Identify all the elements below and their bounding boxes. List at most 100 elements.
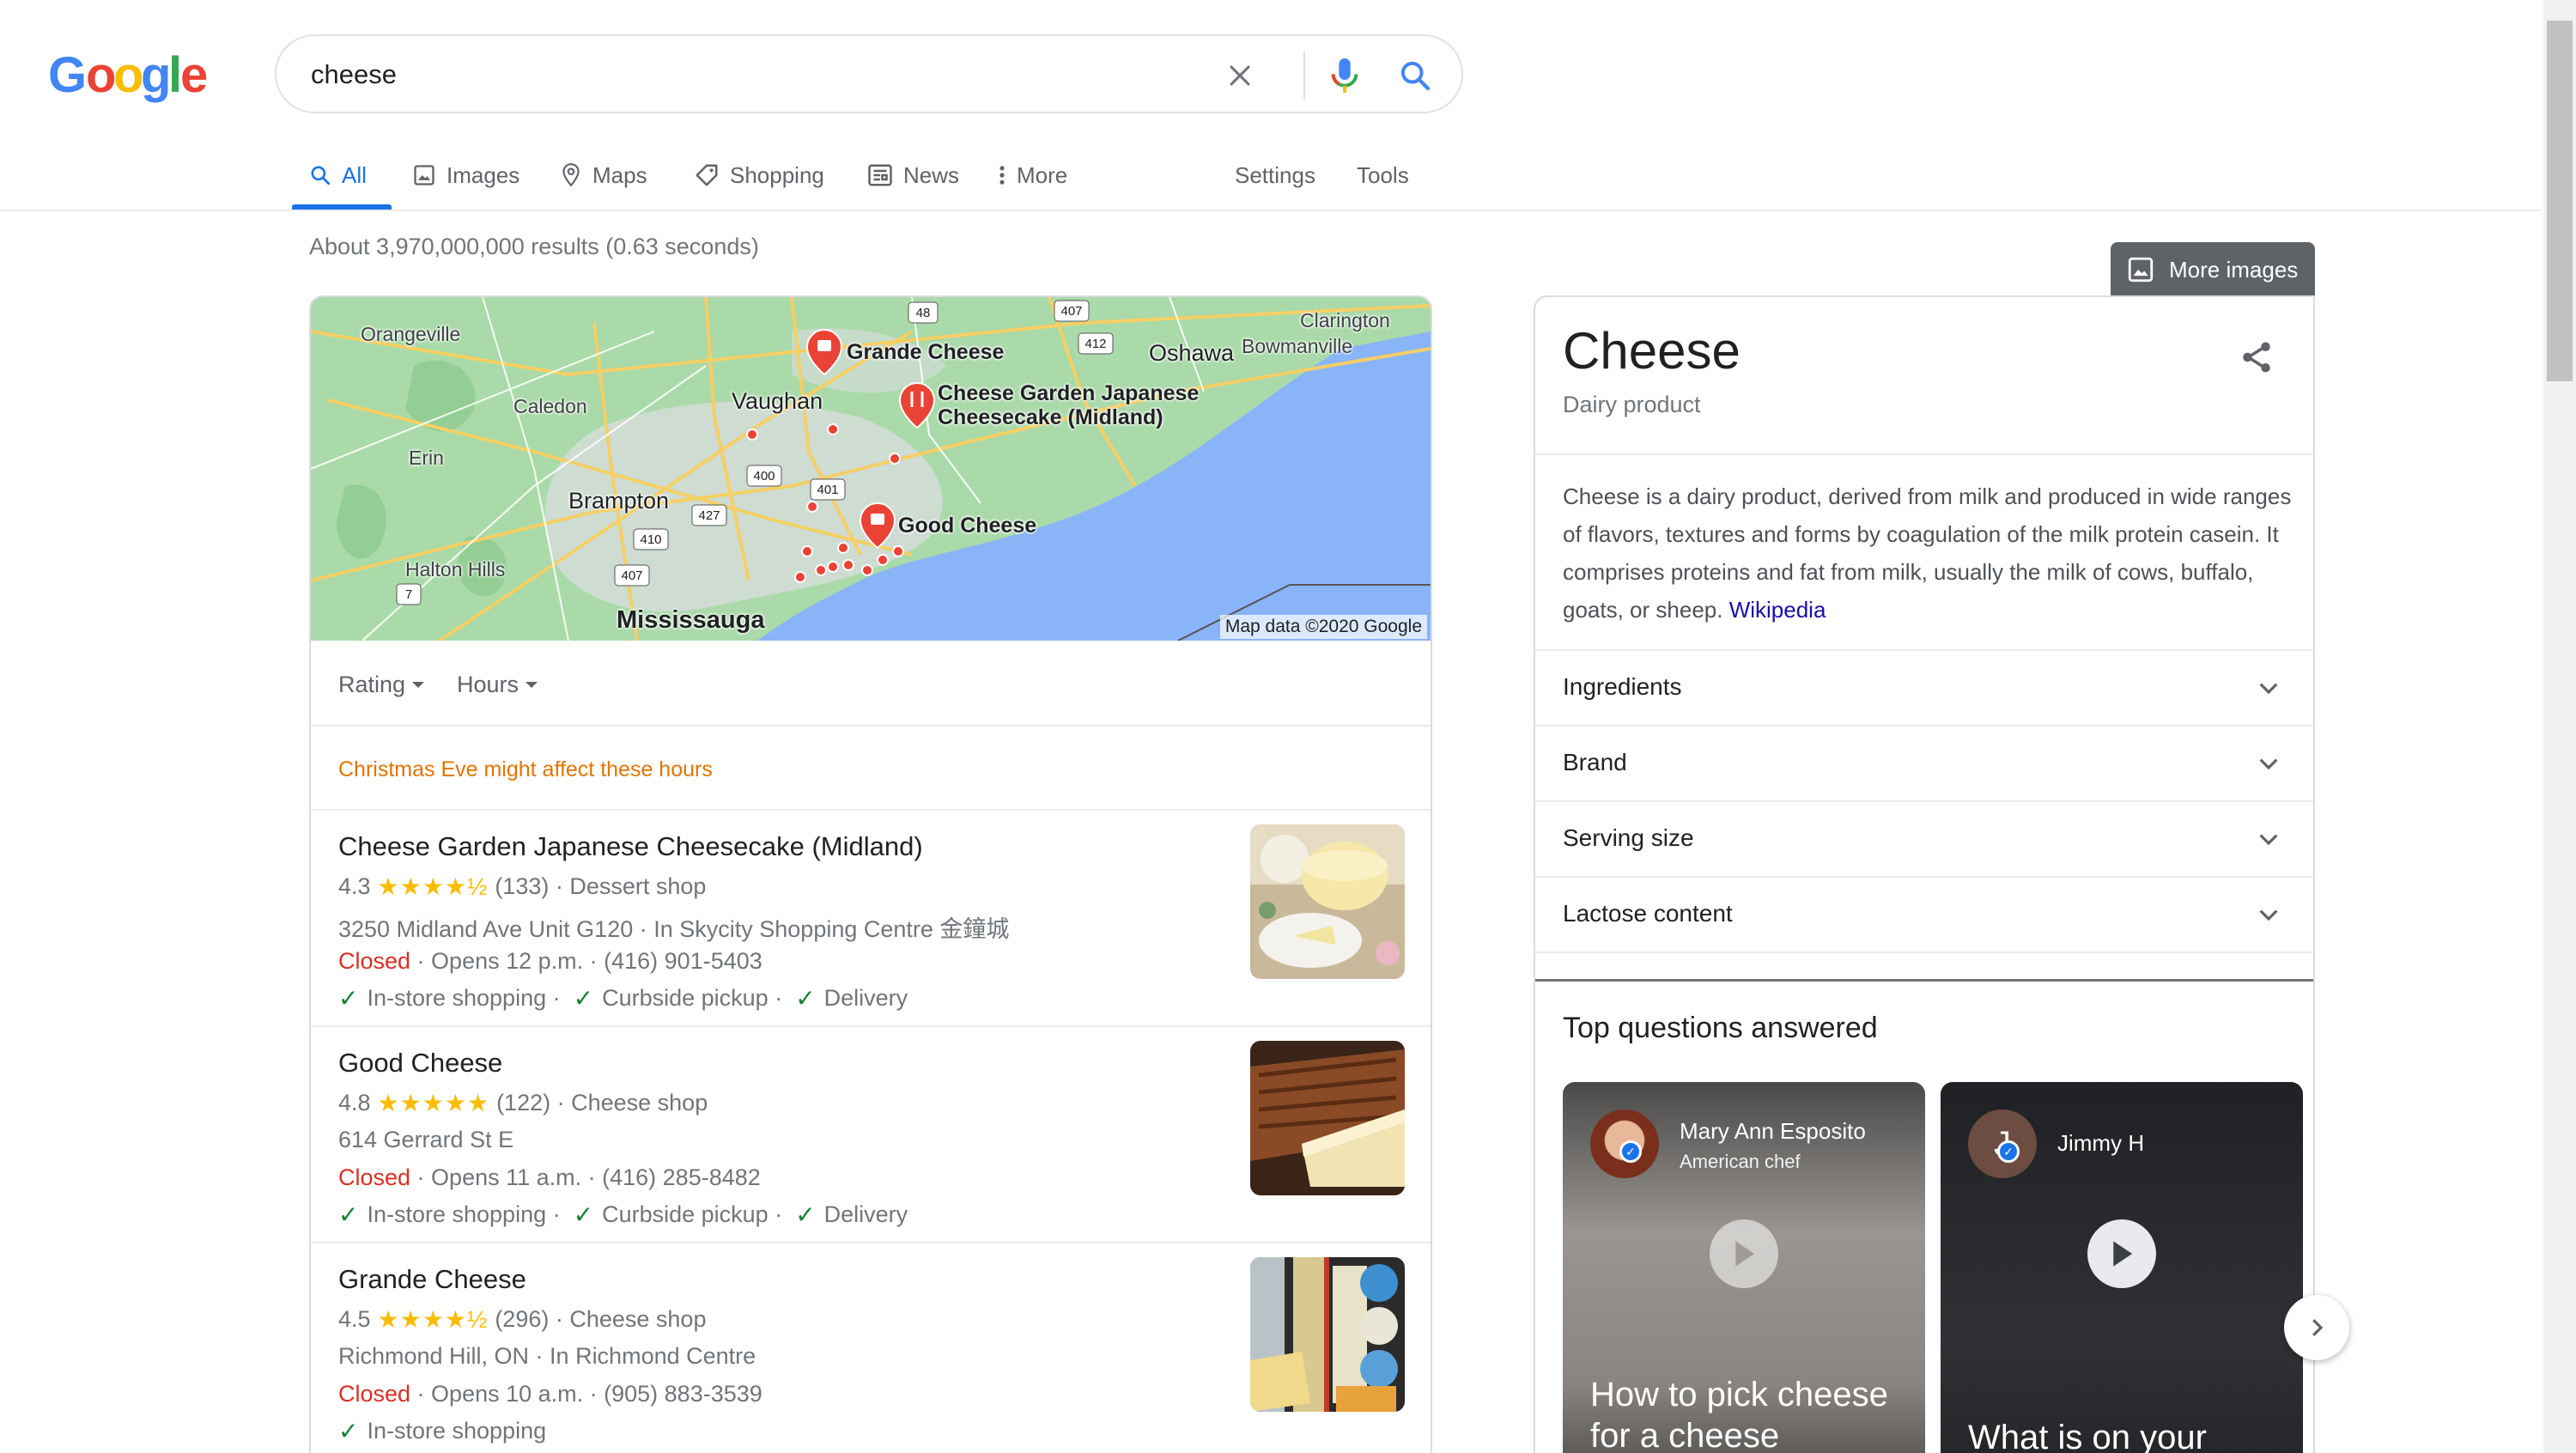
more-images-label: More images [2169, 256, 2299, 283]
newspaper-icon [868, 164, 892, 186]
video-card[interactable]: J ✓ Jimmy H What is on your [1941, 1082, 2303, 1453]
business-name[interactable]: Cheese Garden Japanese Cheesecake (Midla… [338, 831, 923, 862]
filter-label: Hours [457, 672, 519, 697]
header-divider [0, 210, 2542, 211]
tab-label: Images [447, 161, 520, 188]
logo-letter: e [180, 47, 208, 103]
video-card[interactable]: ✓ Mary Ann Esposito American chef How to… [1563, 1082, 1925, 1453]
tab-more[interactable]: More [998, 158, 1067, 192]
map-label: Orangeville [361, 323, 461, 345]
tab-all[interactable]: All [309, 158, 367, 192]
holiday-note: Christmas Eve might affect these hours [338, 757, 713, 781]
business-hours: Opens 11 a.m. · (416) 285-8482 [431, 1164, 761, 1190]
svg-text:401: 401 [817, 483, 838, 497]
map-pin-garden[interactable] [898, 381, 936, 429]
rating-filter[interactable]: Rating [338, 672, 425, 698]
chevron-down-icon [2259, 909, 2278, 921]
svg-text:7: 7 [405, 587, 412, 602]
check-icon: ✓ [338, 1201, 359, 1228]
logo-letter: o [86, 47, 116, 103]
business-name[interactable]: Grande Cheese [338, 1264, 526, 1295]
kp-divider [1535, 453, 2313, 455]
search-divider [1303, 52, 1305, 100]
map-place-label[interactable]: Grande Cheese [847, 340, 1004, 365]
local-map[interactable]: 48 407 412 400 401 427 410 407 7 Orangev… [311, 297, 1431, 641]
svg-text:400: 400 [753, 469, 775, 483]
svg-text:48: 48 [916, 306, 931, 320]
check-icon: ✓ [573, 985, 594, 1012]
settings-link[interactable]: Settings [1235, 158, 1315, 192]
check-icon: ✓ [795, 1201, 816, 1228]
rating-value: 4.5 [338, 1306, 371, 1332]
tab-images[interactable]: Images [412, 158, 519, 192]
search-box[interactable] [275, 34, 1463, 113]
map-label: Oshawa [1149, 340, 1235, 366]
business-photo[interactable] [1250, 1257, 1405, 1412]
service-label: In-store shopping [367, 1418, 547, 1444]
accordion-brand[interactable]: Brand [1535, 726, 2313, 802]
tab-label: News [903, 161, 960, 188]
accordion-lactose-content[interactable]: Lactose content [1535, 878, 2313, 953]
wikipedia-link[interactable]: Wikipedia [1729, 597, 1826, 623]
business-listing[interactable]: Grande Cheese 4.5 ★★★★½ (296) · Cheese s… [311, 1243, 1431, 1453]
kp-title: Cheese [1563, 322, 1741, 380]
business-listing[interactable]: Good Cheese 4.8 ★★★★★ (122) · Cheese sho… [311, 1027, 1431, 1243]
tab-news[interactable]: News [867, 158, 959, 192]
verified-icon: ✓ [1619, 1140, 1642, 1163]
business-name[interactable]: Good Cheese [338, 1048, 502, 1079]
service-label: Delivery [823, 985, 908, 1011]
business-hours-row: Closed · Opens 12 p.m. · (416) 901-5403 [338, 948, 762, 975]
map-label: Bowmanville [1242, 335, 1353, 357]
local-results-pack: 48 407 412 400 401 427 410 407 7 Orangev… [309, 295, 1432, 1453]
mic-icon[interactable] [1322, 53, 1367, 98]
map-label: Caledon [513, 395, 587, 417]
hours-filter[interactable]: Hours [457, 672, 538, 698]
business-photo[interactable] [1250, 1041, 1405, 1195]
more-vert-icon [999, 166, 1005, 185]
map-place-label[interactable]: Good Cheese [898, 514, 1036, 538]
share-icon[interactable] [2231, 331, 2282, 383]
page-scrollbar[interactable] [2543, 0, 2576, 1453]
accordion-ingredients[interactable]: Ingredients [1535, 651, 2313, 726]
star-rating: ★★★★½ [377, 1306, 489, 1333]
scrollbar-thumb[interactable] [2547, 21, 2573, 381]
map-place-label[interactable]: Cheese Garden Japanese Cheesecake (Midla… [938, 381, 1221, 429]
google-logo[interactable]: G o o g l e [48, 43, 208, 103]
business-category: Dessert shop [569, 873, 707, 899]
result-stats: About 3,970,000,000 results (0.63 second… [309, 234, 759, 259]
business-hours-row: Closed · Opens 10 a.m. · (905) 883-3539 [338, 1381, 762, 1407]
svg-text:410: 410 [640, 532, 661, 547]
business-listing[interactable]: Cheese Garden Japanese Cheesecake (Midla… [311, 811, 1431, 1027]
carousel-next-button[interactable] [2284, 1295, 2349, 1360]
tab-maps[interactable]: Maps [560, 158, 647, 192]
more-images-button[interactable]: More images [2111, 242, 2315, 297]
accordion-label: Brand [1563, 749, 1627, 775]
chevron-down-icon [2259, 683, 2278, 695]
status-closed: Closed [338, 1164, 411, 1190]
status-closed: Closed [338, 948, 411, 974]
play-icon[interactable] [1710, 1219, 1778, 1288]
logo-letter: g [141, 47, 171, 103]
business-photo[interactable] [1250, 824, 1405, 979]
map-attribution: Map data ©2020 Google [1219, 615, 1427, 639]
play-icon[interactable] [2087, 1219, 2156, 1288]
chevron-down-icon [2259, 758, 2278, 770]
separator: · [768, 985, 796, 1011]
separator: · [546, 1201, 574, 1227]
map-label: Halton Hills [405, 558, 506, 581]
accordion-serving-size[interactable]: Serving size [1535, 802, 2313, 878]
search-input[interactable] [311, 55, 1170, 94]
review-count: (122) [496, 1090, 551, 1116]
tab-shopping[interactable]: Shopping [694, 158, 824, 192]
close-icon[interactable] [1218, 53, 1262, 98]
map-label: Vaughan [732, 388, 823, 414]
video-author-role: American chef [1680, 1151, 1801, 1172]
search-icon[interactable] [1393, 53, 1437, 98]
chevron-down-icon [412, 682, 425, 688]
logo-letter: o [113, 47, 143, 103]
service-label: Curbside pickup [602, 985, 769, 1011]
check-icon: ✓ [338, 985, 359, 1012]
video-question: How to pick cheese for a cheese [1590, 1376, 1888, 1453]
business-rating-row: 4.5 ★★★★½ (296) · Cheese shop [338, 1305, 706, 1334]
tools-link[interactable]: Tools [1357, 158, 1409, 192]
